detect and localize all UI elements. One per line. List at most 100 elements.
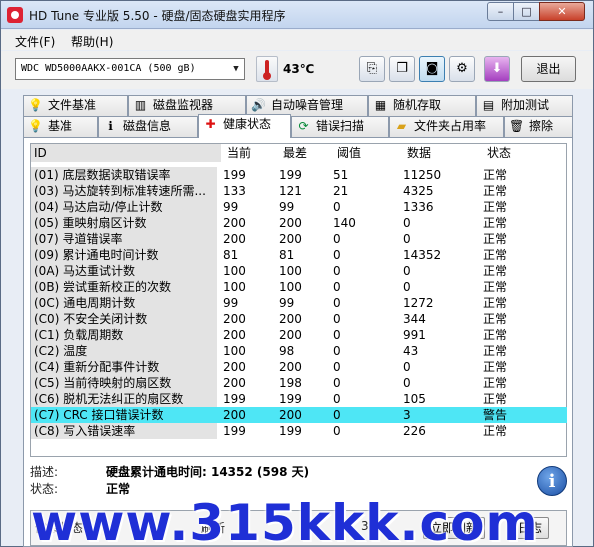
- status-value: 正常: [483, 168, 508, 182]
- raw-data: 0: [403, 376, 411, 390]
- copy-all-icon[interactable]: ❐: [389, 56, 415, 82]
- drive-select[interactable]: WDC WD5000AAKX-001CA (500 gB) ▼: [15, 58, 245, 80]
- header-current[interactable]: 当前: [223, 144, 273, 162]
- threshold-value: 0: [333, 408, 341, 422]
- worst-value: 121: [279, 184, 302, 198]
- status-value: 正常: [483, 328, 508, 342]
- options-icon[interactable]: ⚙: [449, 56, 475, 82]
- header-threshold[interactable]: 阈值: [333, 144, 393, 162]
- menu-file[interactable]: 文件(F): [15, 33, 55, 50]
- table-row[interactable]: (C6) 脱机无法纠正的扇区数 199 199 0 105 正常: [31, 391, 567, 407]
- menu-bar: 文件(F) 帮助(H): [1, 30, 593, 50]
- threshold-value: 0: [333, 232, 341, 246]
- status-value: 正常: [483, 216, 508, 230]
- table-row[interactable]: (03) 马达旋转到标准转速所需... 133 121 21 4325 正常: [31, 183, 567, 199]
- close-button[interactable]: ✕: [539, 2, 585, 21]
- worst-value: 100: [279, 264, 302, 278]
- table-row[interactable]: (01) 底层数据读取错误率 199 199 51 11250 正常: [31, 167, 567, 183]
- tab-health[interactable]: ✚ 健康状态: [198, 114, 291, 138]
- current-value: 199: [223, 392, 246, 406]
- raw-data: 105: [403, 392, 426, 406]
- copy-text-icon[interactable]: ⎘: [359, 56, 385, 82]
- grid-icon: ▦: [374, 98, 387, 112]
- attribute-name: (C8) 写入错误速率: [31, 423, 217, 439]
- current-value: 99: [223, 296, 239, 310]
- download-icon[interactable]: ⬇: [484, 56, 510, 82]
- thermometer-icon: [256, 56, 278, 82]
- threshold-value: 0: [333, 376, 341, 390]
- tab-random-access[interactable]: ▦ 随机存取: [368, 95, 476, 116]
- threshold-value: 0: [333, 424, 341, 438]
- threshold-value: 0: [333, 392, 341, 406]
- speaker-icon: 🔊: [251, 98, 266, 112]
- table-row[interactable]: (0C) 通电周期计数 99 99 0 1272 正常: [31, 295, 567, 311]
- smart-table[interactable]: ID 当前 最差 阈值 数据 状态 (01) 底层数据读取错误率 199 199 51…: [30, 143, 567, 457]
- tab-erase[interactable]: 🗑 擦除: [504, 116, 573, 137]
- tab-disk-monitor[interactable]: ▥ 磁盘监视器: [128, 95, 246, 116]
- raw-data: 11250: [403, 168, 442, 182]
- table-row[interactable]: (C5) 当前待映射的扇区数 200 198 0 0 正常: [31, 375, 567, 391]
- scan-icon: ⟳: [298, 119, 309, 133]
- chevron-down-icon[interactable]: ▼: [228, 59, 244, 79]
- tab-extra-tests[interactable]: ▤ 附加测试: [476, 95, 573, 116]
- info-icon[interactable]: i: [537, 466, 567, 496]
- header-data[interactable]: 数据: [403, 144, 478, 162]
- status-value: 正常: [483, 264, 508, 278]
- tab-disk-info[interactable]: ℹ 磁盘信息: [98, 116, 198, 137]
- table-row[interactable]: (04) 马达启动/停止计数 99 99 0 1336 正常: [31, 199, 567, 215]
- table-row[interactable]: (09) 累计通电时间计数 81 81 0 14352 正常: [31, 247, 567, 263]
- worst-value: 99: [279, 200, 295, 214]
- table-row[interactable]: (0B) 尝试重新校正的次数 100 100 0 0 正常: [31, 279, 567, 295]
- table-row[interactable]: (C1) 负载周期数 200 200 0 991 正常: [31, 327, 567, 343]
- red-cross-icon: ✚: [205, 117, 216, 131]
- camera-icon[interactable]: ◙: [419, 56, 445, 82]
- status-value: 正常: [483, 280, 508, 294]
- tab-benchmark[interactable]: 💡 基准: [23, 116, 98, 137]
- threshold-value: 140: [333, 216, 356, 230]
- current-value: 200: [223, 216, 246, 230]
- title-bar[interactable]: HD Tune 专业版 5.50 - 硬盘/固态硬盘实用程序 – □ ✕: [1, 1, 593, 29]
- header-worst[interactable]: 最差: [279, 144, 329, 162]
- attribute-name: (C4) 重新分配事件计数: [31, 359, 217, 375]
- status-value: 正常: [483, 184, 508, 198]
- drive-select-value: WDC WD5000AAKX-001CA (500 gB): [21, 63, 196, 74]
- tab-aam[interactable]: 🔊 自动噪音管理: [246, 95, 368, 116]
- tab-folder-usage[interactable]: ▰ 文件夹占用率: [389, 116, 504, 137]
- table-row[interactable]: (C7) CRC 接口错误计数 200 200 0 3 警告: [31, 407, 567, 423]
- table-row[interactable]: (07) 寻道错误率 200 200 0 0 正常: [31, 231, 567, 247]
- maximize-button[interactable]: □: [513, 2, 540, 21]
- minimize-button[interactable]: –: [487, 2, 514, 21]
- table-row[interactable]: (C8) 写入错误速率 199 199 0 226 正常: [31, 423, 567, 439]
- header-id[interactable]: ID: [31, 144, 221, 162]
- threshold-value: 0: [333, 280, 341, 294]
- trash-icon: 🗑: [509, 119, 525, 133]
- tab-error-scan[interactable]: ⟳ 错误扫描: [291, 116, 389, 137]
- worst-value: 200: [279, 360, 302, 374]
- status-value: 正常: [483, 296, 508, 310]
- exit-button[interactable]: 退出: [521, 56, 576, 82]
- tab-file-benchmark[interactable]: 💡 文件基准: [23, 95, 128, 116]
- attribute-name: (0C) 通电周期计数: [31, 295, 217, 311]
- app-icon: [7, 7, 23, 23]
- table-row[interactable]: (05) 重映射扇区计数 200 200 140 0 正常: [31, 215, 567, 231]
- menu-help[interactable]: 帮助(H): [71, 33, 113, 50]
- header-status[interactable]: 状态: [483, 144, 543, 162]
- table-row[interactable]: (C4) 重新分配事件计数 200 200 0 0 正常: [31, 359, 567, 375]
- attribute-name: (04) 马达启动/停止计数: [31, 199, 217, 215]
- worst-value: 81: [279, 248, 295, 262]
- raw-data: 1336: [403, 200, 434, 214]
- raw-data: 226: [403, 424, 426, 438]
- watermark-text: www.315kkk.com: [31, 494, 539, 547]
- current-value: 200: [223, 408, 246, 422]
- threshold-value: 51: [333, 168, 349, 182]
- status-value: 正常: [483, 424, 508, 438]
- worst-value: 100: [279, 280, 302, 294]
- window-title: HD Tune 专业版 5.50 - 硬盘/固态硬盘实用程序: [29, 9, 286, 23]
- table-row[interactable]: (C0) 不安全关闭计数 200 200 0 344 正常: [31, 311, 567, 327]
- threshold-value: 0: [333, 296, 341, 310]
- status-value: 正常: [483, 248, 508, 262]
- chart-icon: ▥: [134, 98, 147, 112]
- worst-value: 98: [279, 344, 295, 358]
- table-row[interactable]: (0A) 马达重试计数 100 100 0 0 正常: [31, 263, 567, 279]
- table-row[interactable]: (C2) 温度 100 98 0 43 正常: [31, 343, 567, 359]
